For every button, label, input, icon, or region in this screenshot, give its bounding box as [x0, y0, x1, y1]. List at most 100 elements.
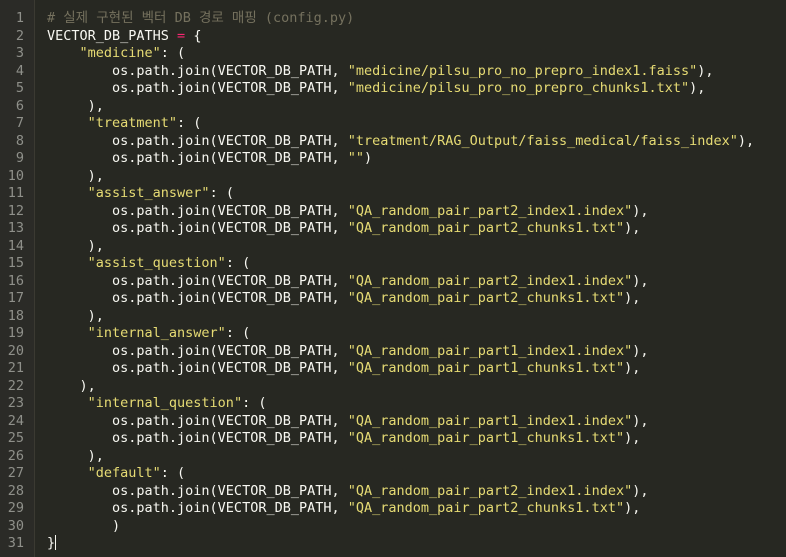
code-line[interactable]: 19 "internal_answer": ( — [0, 325, 786, 343]
code-line[interactable]: 23 "internal_question": ( — [0, 395, 786, 413]
code-token: ), — [689, 80, 706, 96]
code-line[interactable]: 9 os.path.join(VECTOR_DB_PATH, "") — [0, 150, 786, 168]
code-line[interactable]: 21 os.path.join(VECTOR_DB_PATH, "QA_rand… — [0, 360, 786, 378]
code-line[interactable]: 28 os.path.join(VECTOR_DB_PATH, "QA_rand… — [0, 483, 786, 501]
code-line[interactable]: 20 os.path.join(VECTOR_DB_PATH, "QA_rand… — [0, 343, 786, 361]
code-token: os.path.join(VECTOR_DB_PATH, — [47, 202, 348, 219]
code-token: : ( — [225, 325, 251, 341]
string-token: "internal_question" — [87, 395, 243, 411]
line-number: 1 — [15, 10, 24, 26]
line-number: 11 — [7, 185, 24, 201]
line-number: 19 — [7, 325, 24, 341]
code-text: # 실제 구현된 벡터 DB 경로 매핑 (config.py) — [47, 10, 354, 28]
code-text: os.path.join(VECTOR_DB_PATH, "QA_random_… — [47, 273, 648, 291]
code-token: os.path.join(VECTOR_DB_PATH, — [47, 80, 348, 96]
code-line[interactable]: 14 ), — [0, 238, 786, 256]
string-token: "QA_random_pair_part2_chunks1.txt" — [347, 290, 625, 306]
code-line[interactable]: 2 VECTOR_DB_PATHS = { — [0, 28, 786, 46]
code-line[interactable]: 31} — [0, 535, 786, 553]
code-line[interactable]: 25 os.path.join(VECTOR_DB_PATH, "QA_rand… — [0, 430, 786, 448]
code-token: os.path.join(VECTOR_DB_PATH, — [47, 272, 348, 289]
code-line[interactable]: 13 os.path.join(VECTOR_DB_PATH, "QA_rand… — [0, 220, 786, 238]
code-text: os.path.join(VECTOR_DB_PATH, "QA_random_… — [47, 360, 640, 378]
code-line[interactable]: 5 os.path.join(VECTOR_DB_PATH, "medicine… — [0, 80, 786, 98]
code-token: ), — [624, 290, 641, 306]
code-line[interactable]: 1 # 실제 구현된 벡터 DB 경로 매핑 (config.py) — [0, 10, 786, 28]
code-text: os.path.join(VECTOR_DB_PATH, "QA_random_… — [47, 500, 640, 518]
code-text: ), — [47, 168, 104, 186]
line-number: 23 — [7, 395, 24, 411]
code-line[interactable]: 22 ), — [0, 378, 786, 396]
code-line[interactable]: 8 os.path.join(VECTOR_DB_PATH, "treatmen… — [0, 133, 786, 151]
code-token: : ( — [242, 395, 267, 411]
line-number: 5 — [15, 80, 24, 96]
code-line[interactable]: 4 os.path.join(VECTOR_DB_PATH, "medicine… — [0, 63, 786, 81]
code-token: ), — [47, 97, 104, 114]
code-text: os.path.join(VECTOR_DB_PATH, "QA_random_… — [47, 430, 640, 448]
line-number: 16 — [7, 272, 24, 289]
code-line[interactable]: 16 os.path.join(VECTOR_DB_PATH, "QA_rand… — [0, 273, 786, 291]
code-token: VECTOR_DB_PATHS — [47, 27, 178, 44]
string-token: "medicine" — [79, 45, 161, 61]
code-text: ), — [47, 308, 104, 326]
line-number: 15 — [7, 255, 24, 271]
code-line[interactable]: 15 "assist_question": ( — [0, 255, 786, 273]
code-token: ) — [364, 150, 373, 166]
code-text: "internal_question": ( — [47, 395, 267, 413]
line-number: 21 — [7, 360, 24, 376]
string-token: "QA_random_pair_part1_chunks1.txt" — [347, 430, 625, 446]
string-token: "QA_random_pair_part2_index1.index" — [347, 272, 633, 289]
code-line[interactable]: 10 ), — [0, 168, 786, 186]
code-line[interactable]: 29 os.path.join(VECTOR_DB_PATH, "QA_rand… — [0, 500, 786, 518]
code-token: os.path.join(VECTOR_DB_PATH, — [47, 62, 348, 79]
line-number: 10 — [7, 167, 24, 184]
line-number: 8 — [15, 132, 24, 149]
string-token: "assist_answer" — [87, 185, 210, 201]
line-number: 4 — [15, 62, 24, 79]
code-line[interactable]: 24 os.path.join(VECTOR_DB_PATH, "QA_rand… — [0, 413, 786, 431]
line-number: 14 — [7, 237, 24, 254]
string-token: "default" — [87, 465, 161, 481]
line-number: 28 — [7, 482, 24, 499]
code-token: ), — [632, 342, 649, 359]
code-line[interactable]: 6 ), — [0, 98, 786, 116]
code-token: ), — [47, 377, 96, 394]
code-text: VECTOR_DB_PATHS = { — [47, 28, 201, 46]
string-token: "assist_question" — [87, 255, 226, 271]
operator-token: = — [177, 27, 186, 44]
code-text: "default": ( — [47, 465, 186, 483]
code-line[interactable]: 7 "treatment": ( — [0, 115, 786, 133]
code-text: ) — [47, 518, 120, 536]
code-line[interactable]: 11 "assist_answer": ( — [0, 185, 786, 203]
code-line[interactable]: 26 ), — [0, 448, 786, 466]
code-text: os.path.join(VECTOR_DB_PATH, "QA_random_… — [47, 220, 640, 238]
string-token: "QA_random_pair_part1_index1.index" — [347, 342, 633, 359]
code-token: { — [185, 27, 202, 44]
code-text: os.path.join(VECTOR_DB_PATH, "treatment/… — [47, 133, 754, 151]
code-line[interactable]: 17 os.path.join(VECTOR_DB_PATH, "QA_rand… — [0, 290, 786, 308]
code-editor[interactable]: 1 # 실제 구현된 벡터 DB 경로 매핑 (config.py) 2 VECTOR… — [0, 0, 786, 557]
code-line[interactable]: 3 "medicine": ( — [0, 45, 786, 63]
string-token: "internal_answer" — [87, 325, 226, 341]
line-number: 26 — [7, 447, 24, 464]
code-line[interactable]: 12 os.path.join(VECTOR_DB_PATH, "QA_rand… — [0, 203, 786, 221]
code-token: os.path.join(VECTOR_DB_PATH, — [47, 430, 348, 446]
code-token: : ( — [225, 255, 251, 271]
code-text: "assist_answer": ( — [47, 185, 234, 203]
line-number: 20 — [7, 342, 24, 359]
code-text: os.path.join(VECTOR_DB_PATH, "QA_random_… — [47, 203, 648, 221]
code-lines[interactable]: 1 # 실제 구현된 벡터 DB 경로 매핑 (config.py) 2 VECTOR… — [0, 10, 786, 553]
code-line[interactable]: 27 "default": ( — [0, 465, 786, 483]
code-line[interactable]: 18 ), — [0, 308, 786, 326]
line-number: 3 — [15, 45, 24, 61]
string-token: "medicine/pilsu_pro_no_prepro_index1.fai… — [347, 62, 698, 79]
code-line[interactable]: 30 ) — [0, 518, 786, 536]
line-number: 2 — [15, 27, 24, 44]
code-token: ), — [47, 167, 104, 184]
code-text: ), — [47, 238, 104, 256]
